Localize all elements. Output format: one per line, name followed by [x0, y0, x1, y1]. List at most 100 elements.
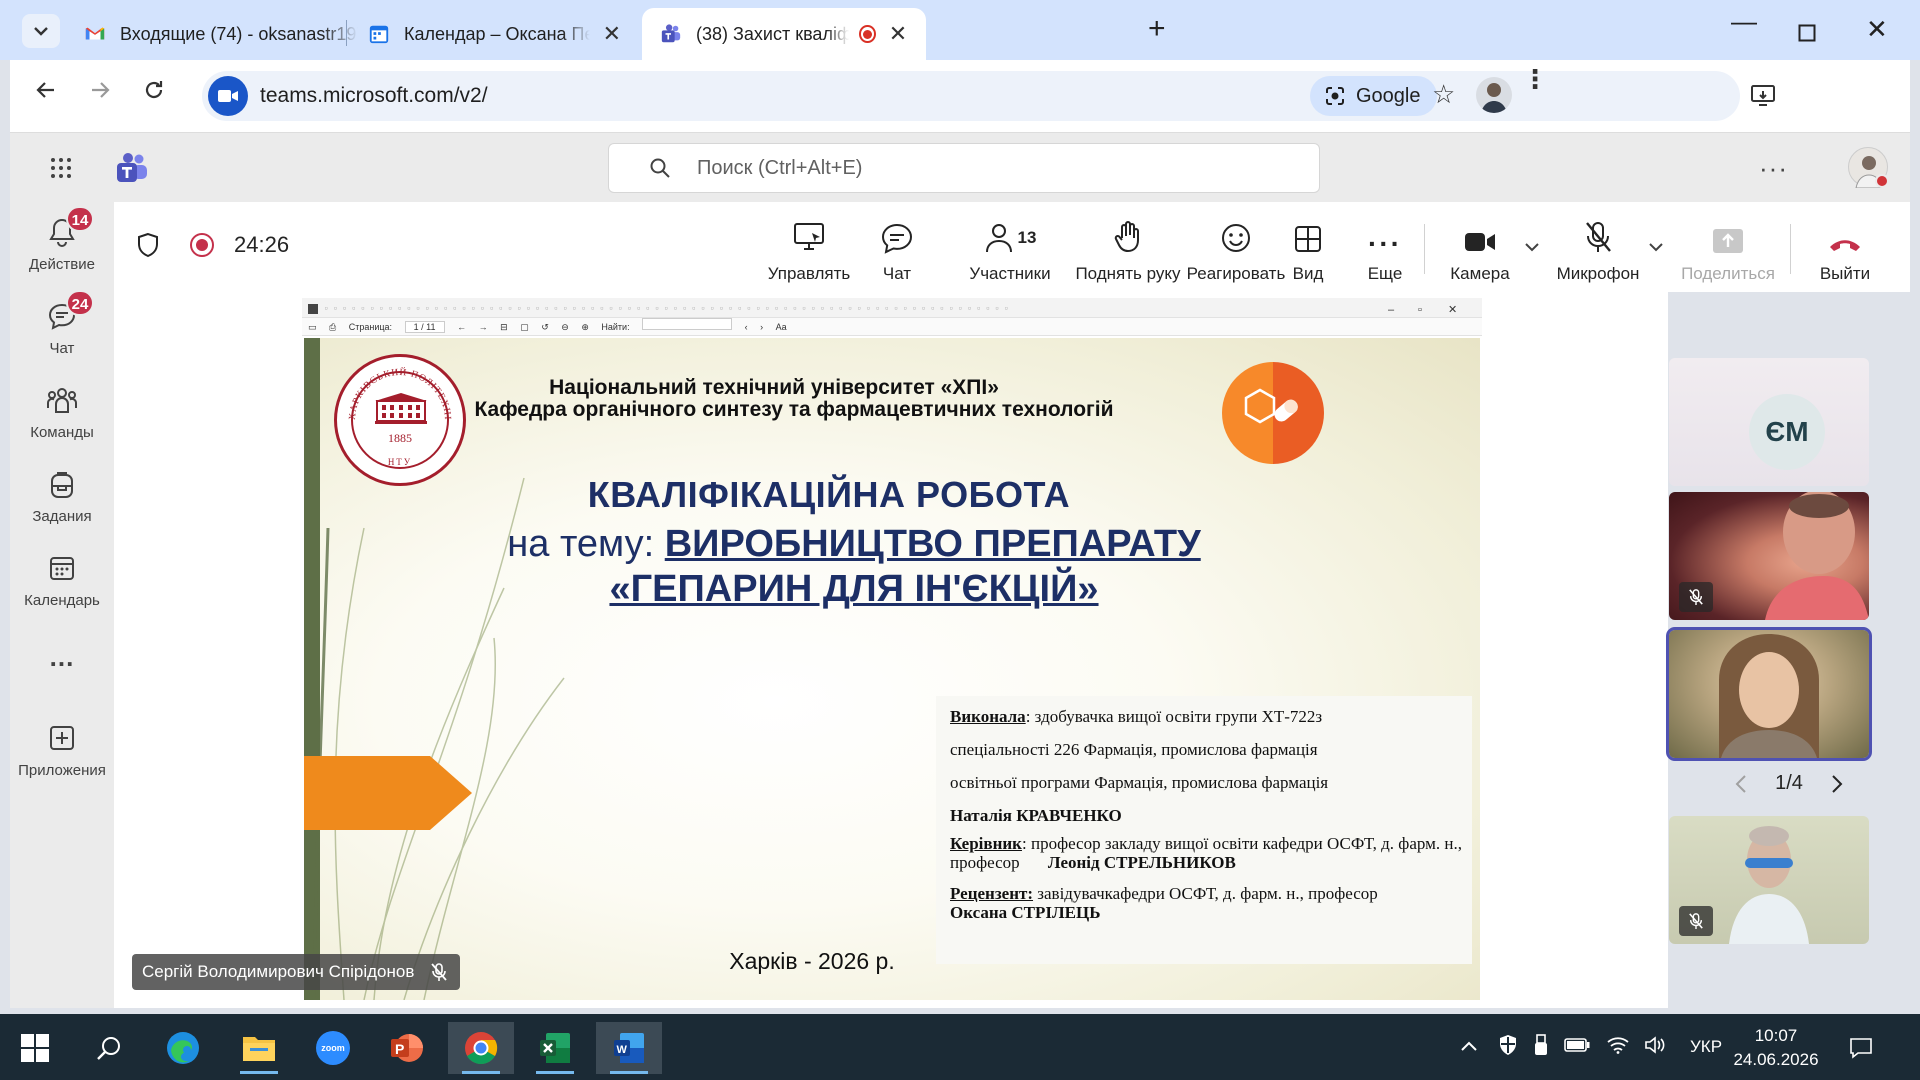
fit-width-icon[interactable]: ⊟: [500, 322, 508, 332]
google-lens-button[interactable]: Google: [1310, 76, 1437, 116]
taskbar-excel[interactable]: [522, 1022, 588, 1074]
tab-teams-meeting[interactable]: (38) Захист кваліфікаційни ✕: [642, 8, 926, 60]
camera-icon: [1465, 233, 1495, 251]
viewer-minimize-button[interactable]: –: [1388, 300, 1394, 317]
volume-icon[interactable]: [1644, 1035, 1666, 1059]
more-apps-icon[interactable]: ...: [10, 642, 114, 673]
taskbar-chrome[interactable]: [448, 1022, 514, 1074]
url-text: teams.microsoft.com/v2/: [260, 84, 488, 107]
defender-shield-icon[interactable]: [1498, 1034, 1518, 1061]
maximize-button[interactable]: [1798, 18, 1816, 49]
chevron-right-icon[interactable]: [1830, 774, 1844, 794]
close-tab-icon[interactable]: ✕: [888, 21, 908, 47]
user-avatar[interactable]: [1848, 147, 1889, 189]
taskbar-edge[interactable]: [150, 1022, 216, 1074]
fit-page-icon[interactable]: ▢: [520, 322, 529, 332]
shield-icon[interactable]: [136, 232, 160, 258]
forward-button[interactable]: [88, 78, 112, 109]
bookmark-star-icon[interactable]: ☆: [1432, 79, 1455, 110]
taskbar-word[interactable]: W: [596, 1022, 662, 1074]
rail-item-activity[interactable]: 14 Действие: [10, 206, 114, 273]
page-input[interactable]: 1 / 11: [404, 321, 445, 333]
find-label: Найти:: [601, 322, 630, 332]
find-next-icon[interactable]: ›: [760, 322, 763, 332]
open-file-icon[interactable]: ▭: [308, 322, 317, 332]
people-icon: [985, 224, 1012, 253]
find-prev-icon[interactable]: ‹: [745, 322, 748, 332]
taskbar-clock[interactable]: 10:07 24.06.2026: [1724, 1024, 1828, 1072]
view-button[interactable]: Вид: [1278, 216, 1338, 284]
taskbar-powerpoint[interactable]: P: [374, 1022, 440, 1074]
chat-button[interactable]: Чат: [860, 216, 934, 284]
participant-video-tile[interactable]: [1669, 492, 1869, 620]
react-button[interactable]: Реагировать: [1180, 216, 1292, 284]
participant-video-tile-selected[interactable]: [1666, 627, 1872, 761]
camera-label: Камера: [1450, 264, 1510, 283]
taskbar-search-button[interactable]: [76, 1022, 142, 1074]
rail-item-assignments[interactable]: Задания: [10, 464, 114, 525]
prev-page-icon[interactable]: ←: [457, 322, 466, 332]
viewer-tab-strip: ▫▫▫▫▫▫▫▫▫▫▫▫▫▫▫▫▫▫▫▫▫▫▫▫▫▫▫▫▫▫▫▫▫▫▫▫▫▫▫▫…: [302, 298, 1482, 318]
teams-search-input[interactable]: Поиск (Ctrl+Alt+E): [608, 143, 1320, 193]
participants-button[interactable]: 13 Участники: [950, 216, 1070, 284]
notifications-button[interactable]: [1834, 1022, 1888, 1074]
viewer-close-button[interactable]: ✕: [1448, 300, 1457, 317]
minimize-button[interactable]: —: [1731, 6, 1757, 37]
zoom-in-icon[interactable]: ⊕: [581, 322, 589, 332]
done-label: Виконала: [950, 707, 1026, 726]
close-tab-icon[interactable]: ✕: [602, 21, 622, 47]
close-window-button[interactable]: ✕: [1866, 14, 1888, 45]
backpack-icon: [51, 472, 73, 498]
rail-item-chat[interactable]: 24 Чат: [10, 290, 114, 357]
next-page-icon[interactable]: →: [479, 322, 488, 332]
back-button[interactable]: [34, 78, 58, 109]
input-language[interactable]: УКР: [1690, 1037, 1722, 1057]
install-app-icon[interactable]: [1750, 83, 1776, 112]
teams-logo-icon: [117, 153, 147, 182]
view-label: Вид: [1292, 264, 1324, 283]
viewer-restore-button[interactable]: ▫: [1418, 300, 1422, 317]
browser-menu-icon[interactable]: ⋮: [1522, 66, 1548, 92]
start-button[interactable]: [2, 1022, 68, 1074]
camera-options-chevron[interactable]: [1524, 236, 1540, 257]
program-line: освітньої програми Фармація, промислова …: [950, 773, 1329, 792]
participant-video-tile[interactable]: [1669, 816, 1869, 944]
battery-icon[interactable]: [1564, 1037, 1590, 1057]
wifi-icon[interactable]: [1606, 1036, 1630, 1059]
participants-pager: 1/4: [1734, 772, 1844, 795]
rail-item-calendar[interactable]: Календарь: [10, 548, 114, 609]
rotate-icon[interactable]: ↺: [541, 322, 549, 332]
new-tab-button[interactable]: +: [1148, 14, 1166, 44]
leave-button[interactable]: Выйти: [1802, 216, 1888, 284]
camera-button[interactable]: Камера: [1442, 216, 1518, 284]
reload-button[interactable]: [142, 78, 166, 109]
settings-more-icon[interactable]: ···: [1759, 153, 1788, 184]
mic-options-chevron[interactable]: [1648, 236, 1664, 257]
raise-hand-button[interactable]: Поднять руку: [1072, 216, 1184, 284]
rail-item-teams[interactable]: Команды: [10, 380, 114, 441]
rail-item-apps[interactable]: Приложения: [10, 718, 114, 779]
share-button[interactable]: Поделиться: [1680, 216, 1776, 284]
print-icon[interactable]: ⎙: [329, 322, 336, 332]
profile-avatar[interactable]: [1476, 77, 1512, 113]
site-info-icon[interactable]: [208, 76, 248, 116]
participant-tile[interactable]: ЄМ: [1669, 358, 1869, 486]
taskbar-explorer[interactable]: [226, 1022, 292, 1074]
usb-device-icon[interactable]: [1534, 1033, 1548, 1061]
tab-search-dropdown[interactable]: [22, 14, 60, 48]
tray-overflow-icon[interactable]: [1460, 1037, 1478, 1057]
find-input[interactable]: [642, 318, 733, 330]
chevron-left-icon[interactable]: [1734, 774, 1748, 794]
taskbar-zoom[interactable]: zoom: [300, 1022, 366, 1074]
raise-hand-icon: [1114, 221, 1139, 252]
match-case-icon[interactable]: Aa: [776, 322, 787, 332]
rail-label: Задания: [32, 508, 92, 525]
zoom-out-icon[interactable]: ⊖: [561, 322, 569, 332]
tab-calendar[interactable]: Календар – Оксана Петрівна С ✕: [350, 8, 640, 60]
app-launcher-icon[interactable]: [50, 157, 72, 184]
grid-view-icon: [1295, 226, 1321, 252]
manage-button[interactable]: Управлять: [754, 216, 864, 284]
supervisor-name: Леонід СТРЕЛЬНИКОВ: [1047, 853, 1236, 872]
mic-button[interactable]: Микрофон: [1554, 216, 1642, 284]
more-actions-button[interactable]: ··· Еще: [1350, 216, 1420, 284]
